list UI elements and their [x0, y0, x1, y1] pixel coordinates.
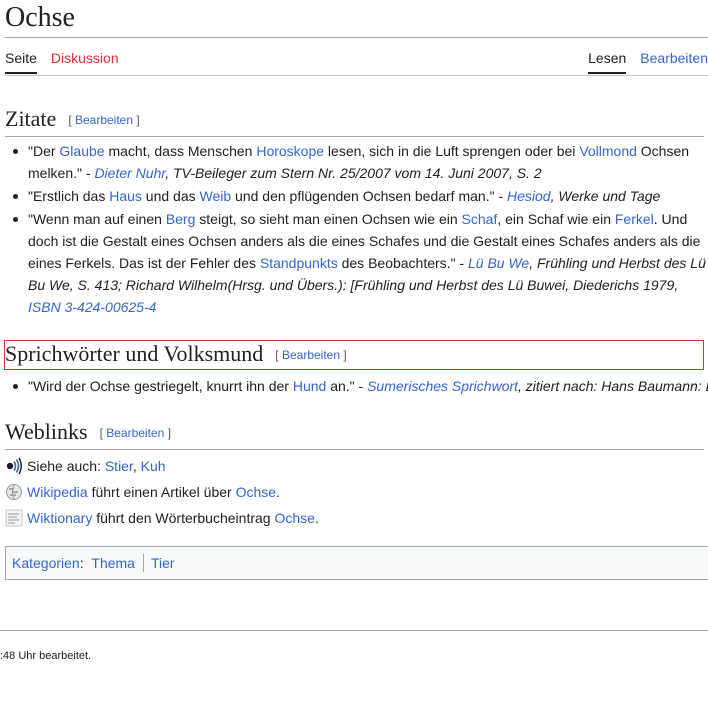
- weblink-text: .: [314, 510, 319, 526]
- quote-text: "Wird der Ochse gestriegelt, knurrt ihn …: [28, 378, 293, 394]
- link-glaube[interactable]: Glaube: [59, 143, 104, 159]
- see-also-row: Siehe auch: Stier, Kuh: [5, 456, 166, 476]
- categories-colon: :: [79, 555, 84, 571]
- link-stier[interactable]: Stier: [105, 458, 133, 474]
- link-author-hesiod[interactable]: Hesiod: [507, 188, 551, 204]
- weblink-text: führt den Wörterbucheintrag: [92, 510, 275, 526]
- audio-waves-icon: [5, 457, 23, 475]
- bracket-open: [: [68, 113, 75, 127]
- list-item: "Wenn man auf einen Berg steigt, so sieh…: [13, 208, 708, 318]
- bracket-close: ]: [340, 348, 347, 362]
- edit-section-sprichwoerter: [ Bearbeiten ]: [275, 348, 346, 362]
- quote-text: , ein Schaf wie ein: [497, 211, 615, 227]
- quote-text: steigt, so sieht man einen Ochsen wie ei…: [195, 211, 462, 227]
- quote-text: an." -: [326, 378, 368, 394]
- quote-source: , TV-Beileger zum Stern Nr. 25/2007 vom …: [165, 165, 542, 181]
- link-ferkel[interactable]: Ferkel: [615, 211, 654, 227]
- link-isbn[interactable]: ISBN 3-424-00625-4: [28, 299, 156, 315]
- section-title: Weblinks: [5, 419, 88, 444]
- quote-text: und das: [141, 188, 200, 204]
- tabs-divider: [5, 75, 708, 76]
- quote-source: , Werke und Tage: [550, 188, 661, 204]
- link-sumerisches-sprichwort[interactable]: Sumerisches Sprichwort: [367, 378, 518, 394]
- section-heading-zitate: Zitate [ Bearbeiten ]: [5, 105, 704, 137]
- quote-text: des Beobachters." -: [337, 255, 468, 271]
- namespace-tabs: Seite Diskussion: [5, 50, 133, 76]
- quote-source: , zitiert nach: Hans Baumann: D: [518, 378, 708, 394]
- edit-section-link[interactable]: Bearbeiten: [282, 348, 340, 362]
- wiktionary-icon: [5, 509, 23, 527]
- tab-bearbeiten[interactable]: Bearbeiten: [640, 50, 708, 72]
- link-wiktionary-ochse[interactable]: Ochse: [274, 510, 314, 526]
- link-berg[interactable]: Berg: [166, 211, 196, 227]
- wikipedia-row: Wikipedia führt einen Artikel über Ochse…: [5, 482, 280, 502]
- link-haus[interactable]: Haus: [109, 188, 142, 204]
- section-title: Zitate: [5, 106, 57, 131]
- quote-text: lesen, sich in die Luft sprengen oder be…: [324, 143, 580, 159]
- page-title: Ochse: [5, 2, 75, 33]
- view-tabs: Lesen Bearbeiten: [574, 50, 708, 76]
- edit-section-link[interactable]: Bearbeiten: [106, 426, 164, 440]
- weblink-text: .: [276, 484, 280, 500]
- separator: ,: [132, 458, 141, 474]
- list-item: "Der Glaube macht, dass Menschen Horosko…: [13, 140, 708, 184]
- link-horoskope[interactable]: Horoskope: [256, 143, 324, 159]
- category-tier[interactable]: Tier: [151, 555, 175, 571]
- weblink-text: führt einen Artikel über: [87, 484, 236, 500]
- link-wikipedia[interactable]: Wikipedia: [27, 484, 88, 500]
- section-heading-weblinks: Weblinks [ Bearbeiten ]: [5, 418, 704, 450]
- tab-lesen[interactable]: Lesen: [588, 50, 627, 74]
- link-author-lue-bu-we[interactable]: Lü Bu We: [468, 255, 529, 271]
- edit-section-zitate: [ Bearbeiten ]: [68, 113, 139, 127]
- link-vollmond[interactable]: Vollmond: [579, 143, 637, 159]
- categories-label-link[interactable]: Kategorien: [12, 555, 80, 571]
- tab-seite[interactable]: Seite: [5, 50, 37, 74]
- quote-text: "Erstlich das: [28, 188, 110, 204]
- link-author-dieter-nuhr[interactable]: Dieter Nuhr: [94, 165, 165, 181]
- link-schaf[interactable]: Schaf: [462, 211, 498, 227]
- link-wiktionary[interactable]: Wiktionary: [27, 510, 92, 526]
- quotes-list: "Der Glaube macht, dass Menschen Horosko…: [0, 140, 708, 319]
- see-also-label: Siehe auch:: [27, 458, 105, 474]
- link-standpunkts[interactable]: Standpunkts: [260, 255, 338, 271]
- footer-divider: [0, 630, 708, 631]
- list-item: "Wird der Ochse gestriegelt, knurrt ihn …: [13, 375, 708, 397]
- list-item: "Erstlich das Haus und das Weib und den …: [13, 185, 708, 207]
- section-heading-sprichwoerter: Sprichwörter und Volksmund [ Bearbeiten ]: [5, 340, 704, 371]
- section-title: Sprichwörter und Volksmund: [5, 341, 264, 366]
- category-thema[interactable]: Thema: [91, 555, 135, 571]
- proverbs-list: "Wird der Ochse gestriegelt, knurrt ihn …: [0, 375, 708, 398]
- quote-text: macht, dass Menschen: [104, 143, 257, 159]
- quote-text: "Der: [28, 143, 60, 159]
- quote-text: und den pflügenden Ochsen bedarf man." -: [231, 188, 507, 204]
- bracket-open: [: [275, 348, 282, 362]
- bracket-close: ]: [133, 113, 140, 127]
- edit-section-weblinks: [ Bearbeiten ]: [100, 426, 171, 440]
- link-wikipedia-ochse[interactable]: Ochse: [236, 484, 276, 500]
- wiktionary-row: Wiktionary führt den Wörterbucheintrag O…: [5, 508, 319, 528]
- category-separator: [142, 554, 144, 572]
- edit-section-link[interactable]: Bearbeiten: [75, 113, 133, 127]
- tab-diskussion[interactable]: Diskussion: [51, 50, 119, 72]
- link-hund[interactable]: Hund: [293, 378, 326, 394]
- bracket-close: ]: [164, 426, 171, 440]
- quote-text: "Wenn man auf einen: [28, 211, 166, 227]
- link-weib[interactable]: Weib: [200, 188, 232, 204]
- link-kuh[interactable]: Kuh: [141, 458, 166, 474]
- category-box: Kategorien: Thema Tier: [5, 546, 708, 580]
- wikipedia-globe-icon: [5, 483, 23, 501]
- footer-last-edited: :48 Uhr bearbeitet.: [0, 650, 92, 662]
- title-divider: [5, 37, 708, 38]
